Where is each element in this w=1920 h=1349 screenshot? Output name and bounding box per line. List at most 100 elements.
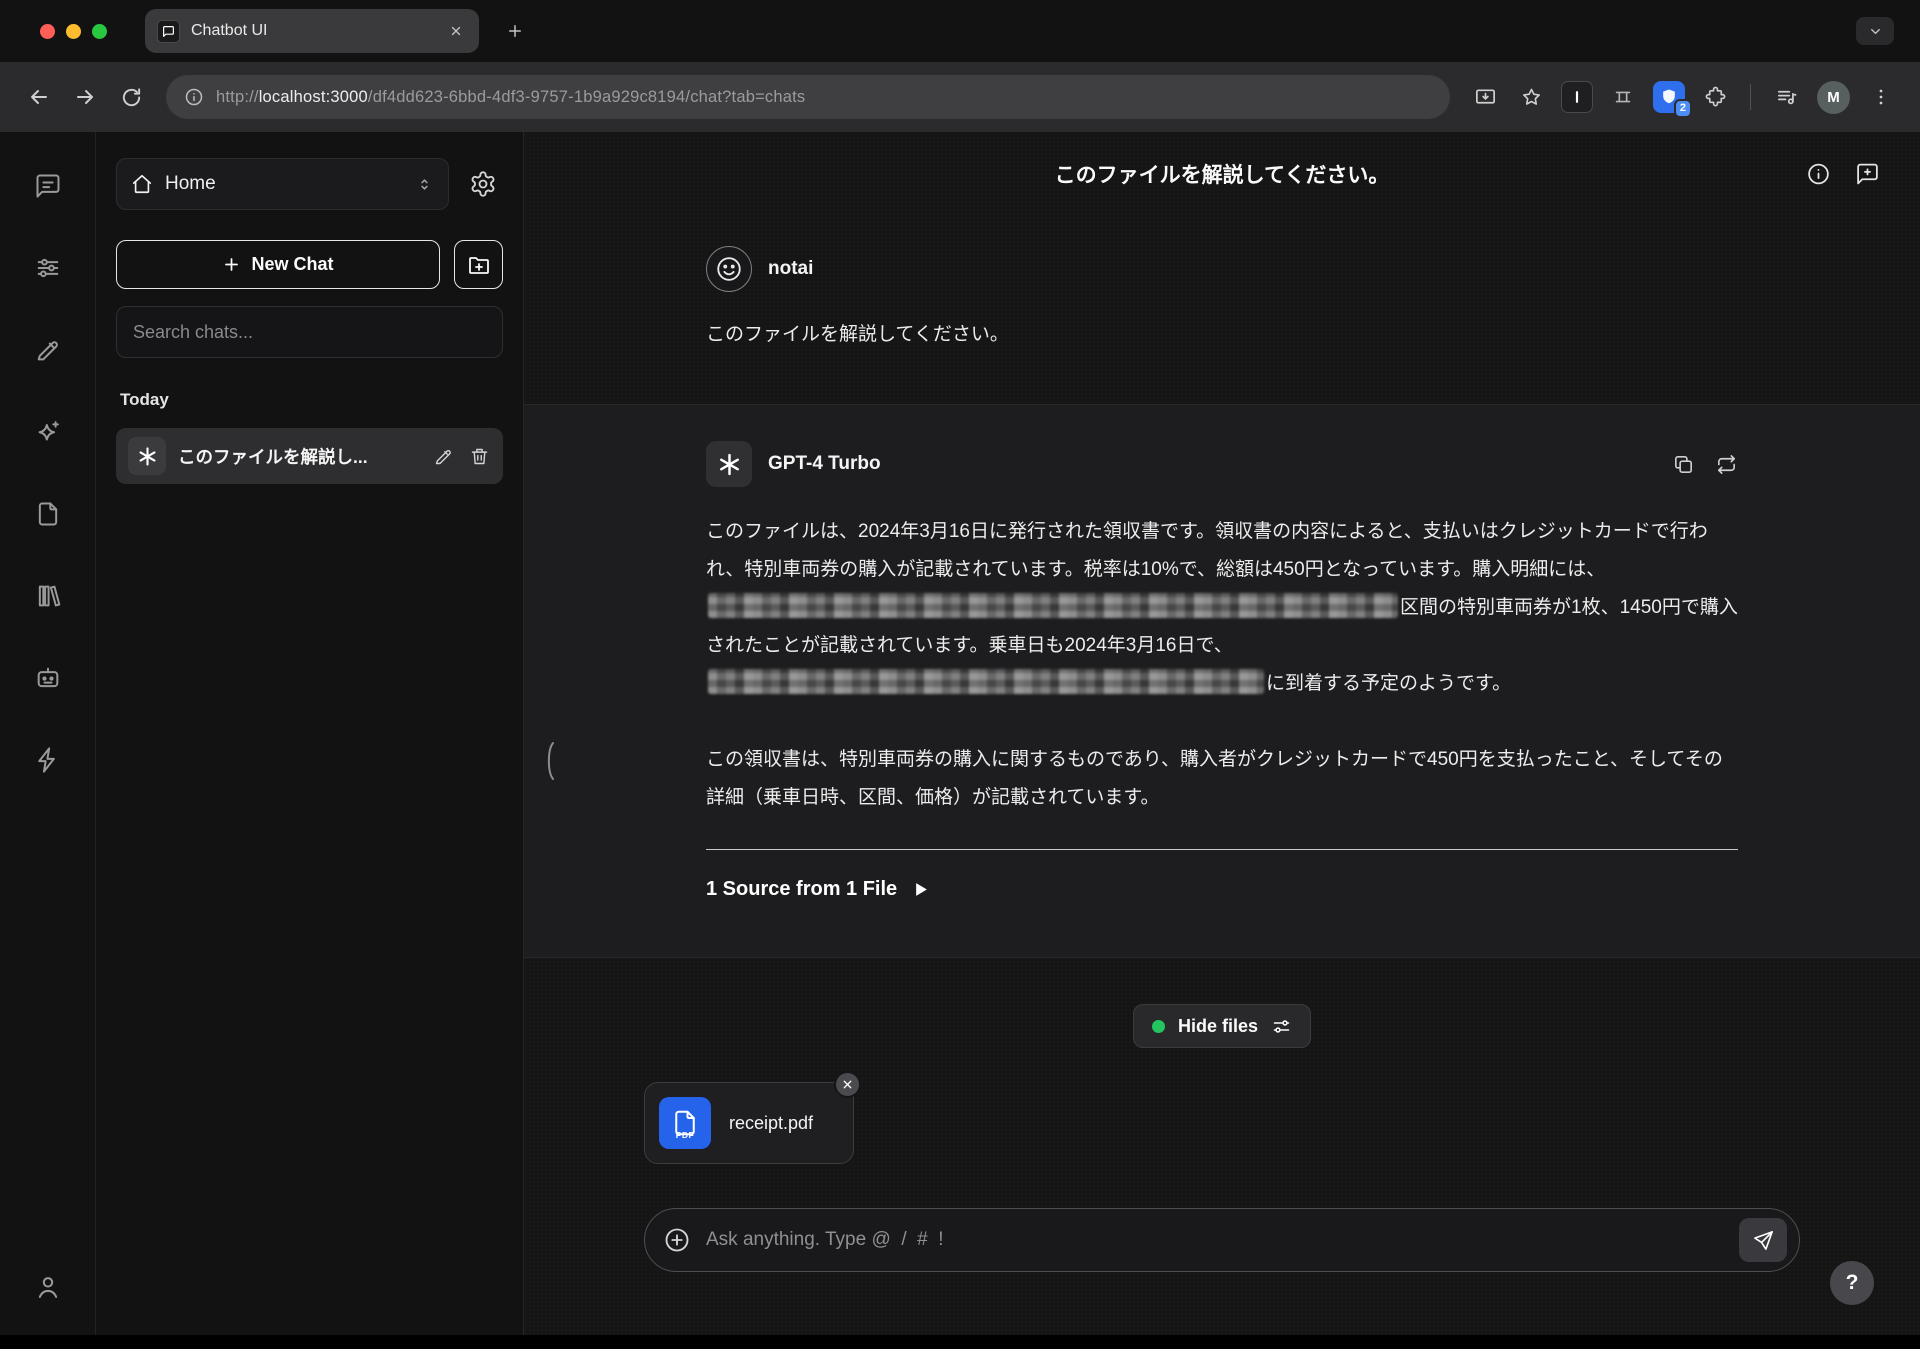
reload-button[interactable] [110, 76, 152, 118]
status-dot-icon [1152, 1020, 1165, 1033]
chat-list-item[interactable]: このファイルを解説し... [116, 428, 503, 484]
sidebar: Home New Chat Today [96, 132, 524, 1335]
tab-title: Chatbot UI [191, 22, 434, 40]
hide-files-button[interactable]: Hide files [1133, 1004, 1311, 1048]
send-plane-icon [1752, 1229, 1775, 1252]
answer-text: に到着する予定のようです。 [1266, 673, 1511, 694]
message-input-bar [644, 1208, 1800, 1272]
install-app-icon[interactable] [1464, 76, 1506, 118]
bolt-icon [34, 746, 62, 774]
site-info-icon[interactable] [184, 87, 204, 107]
browser-tab[interactable]: Chatbot UI [145, 9, 479, 53]
delete-chat-icon[interactable] [467, 444, 491, 468]
answer-text: この領収書は、特別車両券の購入に関するものであり、購入者がクレジットカードで45… [706, 741, 1738, 817]
settings-gear-icon[interactable] [463, 164, 503, 204]
media-list-icon[interactable] [1765, 76, 1807, 118]
user-message-text: このファイルを解説してください。 [706, 316, 1738, 354]
bookmark-star-icon[interactable] [1510, 76, 1552, 118]
nav-rail [0, 132, 96, 1335]
workspace-label: Home [165, 173, 403, 195]
sparkles-icon [34, 418, 62, 446]
close-window-button[interactable] [40, 24, 55, 39]
rail-item-collections[interactable] [33, 581, 63, 611]
extension-badge: 2 [1674, 99, 1692, 118]
window-bottom-edge [0, 1335, 1920, 1349]
forward-button[interactable] [64, 76, 106, 118]
url-text: http://localhost:3000/df4dd623-6bbd-4df3… [216, 88, 805, 107]
profile-avatar[interactable]: M [1817, 81, 1850, 114]
chat-panel: このファイルを解説してください。 [524, 132, 1920, 1335]
rail-item-prompts[interactable] [33, 335, 63, 365]
app-body: Home New Chat Today [0, 132, 1920, 1335]
extension-icon-2[interactable] [1607, 81, 1639, 113]
extensions-puzzle-icon[interactable] [1694, 76, 1736, 118]
select-chevrons-icon [415, 175, 434, 194]
rail-item-models[interactable] [33, 417, 63, 447]
pdf-file-icon: PDF [659, 1097, 711, 1149]
sliders-icon [34, 254, 62, 282]
rail-item-tools[interactable] [33, 745, 63, 775]
minimize-window-button[interactable] [66, 24, 81, 39]
assistant-message: GPT-4 Turbo このファイルは、2024 [524, 404, 1920, 958]
browser-window: Chatbot UI http://localhost:3000/df4dd62… [0, 0, 1920, 1349]
user-message: notai このファイルを解説してください。 [524, 216, 1920, 404]
back-button[interactable] [18, 76, 60, 118]
pdf-type-label: PDF [676, 1130, 695, 1140]
copy-message-icon[interactable] [1672, 453, 1695, 476]
new-folder-button[interactable] [454, 240, 503, 289]
send-button[interactable] [1739, 1218, 1787, 1262]
composer: Hide files PDF receipt.pdf [524, 958, 1920, 1335]
new-chat-button[interactable]: New Chat [116, 240, 440, 289]
model-name: GPT-4 Turbo [768, 453, 881, 475]
toolbar-divider [1750, 84, 1751, 110]
file-icon [34, 500, 62, 528]
redacted-text [708, 593, 1398, 618]
rail-item-chats[interactable] [33, 171, 63, 201]
fullscreen-window-button[interactable] [92, 24, 107, 39]
rail-item-files[interactable] [33, 499, 63, 529]
new-tab-button[interactable] [499, 15, 531, 47]
books-icon [34, 582, 62, 610]
assistant-answer-text: このファイルは、2024年3月16日に発行された領収書です。領収書の内容によると… [706, 513, 1738, 817]
chat-info-icon[interactable] [1806, 162, 1831, 187]
expand-triangle-icon [915, 882, 928, 897]
new-chat-label: New Chat [251, 254, 333, 275]
openai-logo-icon [128, 437, 166, 475]
sources-label: 1 Source from 1 File [706, 878, 897, 901]
chat-header: このファイルを解説してください。 [524, 132, 1920, 216]
folder-plus-icon [467, 253, 491, 277]
file-name: receipt.pdf [729, 1113, 813, 1134]
rail-item-profile[interactable] [33, 1272, 63, 1302]
tab-close-icon[interactable] [445, 20, 467, 42]
user-avatar-smiley-icon [706, 246, 752, 292]
attached-file-chip[interactable]: PDF receipt.pdf [644, 1082, 854, 1164]
workspace-select[interactable]: Home [116, 158, 449, 210]
rail-item-presets[interactable] [33, 253, 63, 283]
assistant-avatar-openai-icon [706, 441, 752, 487]
chat-header-title: このファイルを解説してください。 [1055, 159, 1390, 189]
extension-icon-1[interactable] [1561, 81, 1593, 113]
pencil-icon [34, 336, 62, 364]
remove-file-icon[interactable] [834, 1071, 861, 1098]
url-bar[interactable]: http://localhost:3000/df4dd623-6bbd-4df3… [166, 75, 1450, 119]
tab-search-button[interactable] [1856, 17, 1894, 45]
extension-shield-icon[interactable]: 2 [1653, 81, 1685, 113]
person-icon [34, 1273, 62, 1301]
search-chats-input[interactable] [116, 306, 503, 358]
menu-kebab-icon[interactable] [1860, 76, 1902, 118]
tab-strip: Chatbot UI [0, 0, 1920, 62]
sources-toggle[interactable]: 1 Source from 1 File [706, 850, 928, 957]
browser-toolbar: http://localhost:3000/df4dd623-6bbd-4df3… [0, 62, 1920, 132]
message-input[interactable] [706, 1229, 1724, 1251]
home-icon [131, 173, 153, 195]
rail-item-assistants[interactable] [33, 663, 63, 693]
collapse-sidebar-handle[interactable] [542, 739, 558, 783]
chat-item-title: このファイルを解説し... [178, 444, 419, 469]
help-button[interactable]: ? [1830, 1261, 1874, 1305]
regenerate-icon[interactable] [1715, 453, 1738, 476]
edit-chat-icon[interactable] [431, 444, 455, 468]
chat-content: notai このファイルを解説してください。 GPT-4 Turbo [524, 216, 1920, 1335]
new-message-icon[interactable] [1855, 162, 1880, 187]
chat-bubble-icon [34, 172, 62, 200]
attach-plus-icon[interactable] [663, 1226, 691, 1254]
